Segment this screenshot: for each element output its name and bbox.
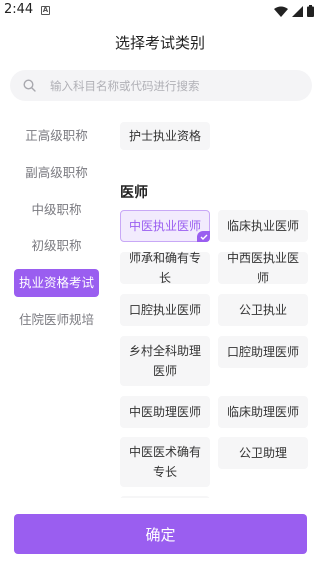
option-clinical-physician[interactable]: 临床执业医师 — [218, 210, 308, 242]
status-time: 2:44 — [4, 2, 34, 17]
option-tcm-physician[interactable]: 中医执业医师 — [120, 210, 210, 242]
wifi-icon — [274, 6, 288, 17]
option-clinical-assistant-physician[interactable]: 临床助理医师 — [218, 396, 308, 428]
option-partial-next[interactable] — [120, 496, 210, 498]
option-mentorship-expertise[interactable]: 师承和确有专长 — [120, 251, 210, 285]
page-title: 选择考试类别 — [114, 34, 205, 52]
option-public-health-assistant[interactable]: 公卫助理 — [218, 437, 308, 469]
option-label: 中医执业医师 — [128, 219, 201, 233]
exam-option-list[interactable]: 护士执业资格 医师 中医执业医师 临床执业医师 师承和确有专长 中西医执业医师 … — [112, 112, 320, 498]
sidebar-item-deputy-senior-title[interactable]: 副高级职称 — [14, 159, 99, 187]
sidebar-item-junior-title[interactable]: 初级职称 — [14, 232, 99, 260]
option-dental-assistant-physician[interactable]: 口腔助理医师 — [218, 336, 308, 368]
check-icon — [197, 231, 210, 242]
status-bar: 2:44 A — [0, 0, 320, 24]
search-bar[interactable] — [10, 70, 312, 101]
notification-icon: A — [41, 6, 50, 15]
confirm-button[interactable]: 确定 — [14, 514, 307, 554]
search-icon — [22, 79, 36, 93]
sidebar-item-intermediate-title[interactable]: 中级职称 — [14, 196, 99, 224]
option-rural-assistant-physician[interactable]: 乡村全科助理医师 — [120, 336, 210, 386]
option-integrated-physician[interactable]: 中西医执业医师 — [218, 251, 308, 285]
option-dental-physician[interactable]: 口腔执业医师 — [120, 294, 210, 326]
status-icons — [274, 5, 314, 17]
sidebar-item-practice-qualification[interactable]: 执业资格考试 — [14, 269, 99, 297]
option-tcm-expertise[interactable]: 中医医术确有专长 — [120, 437, 210, 487]
option-nurse-qualification[interactable]: 护士执业资格 — [120, 122, 210, 150]
option-tcm-assistant-physician[interactable]: 中医助理医师 — [120, 396, 210, 428]
sidebar-item-resident-training[interactable]: 住院医师规培 — [14, 306, 99, 334]
search-input[interactable] — [50, 78, 300, 93]
sidebar-item-senior-title[interactable]: 正高级职称 — [14, 122, 99, 150]
section-title-physician: 医师 — [120, 185, 148, 201]
option-public-health-physician[interactable]: 公卫执业 — [218, 294, 308, 326]
battery-icon — [307, 5, 314, 17]
signal-icon — [292, 5, 303, 17]
